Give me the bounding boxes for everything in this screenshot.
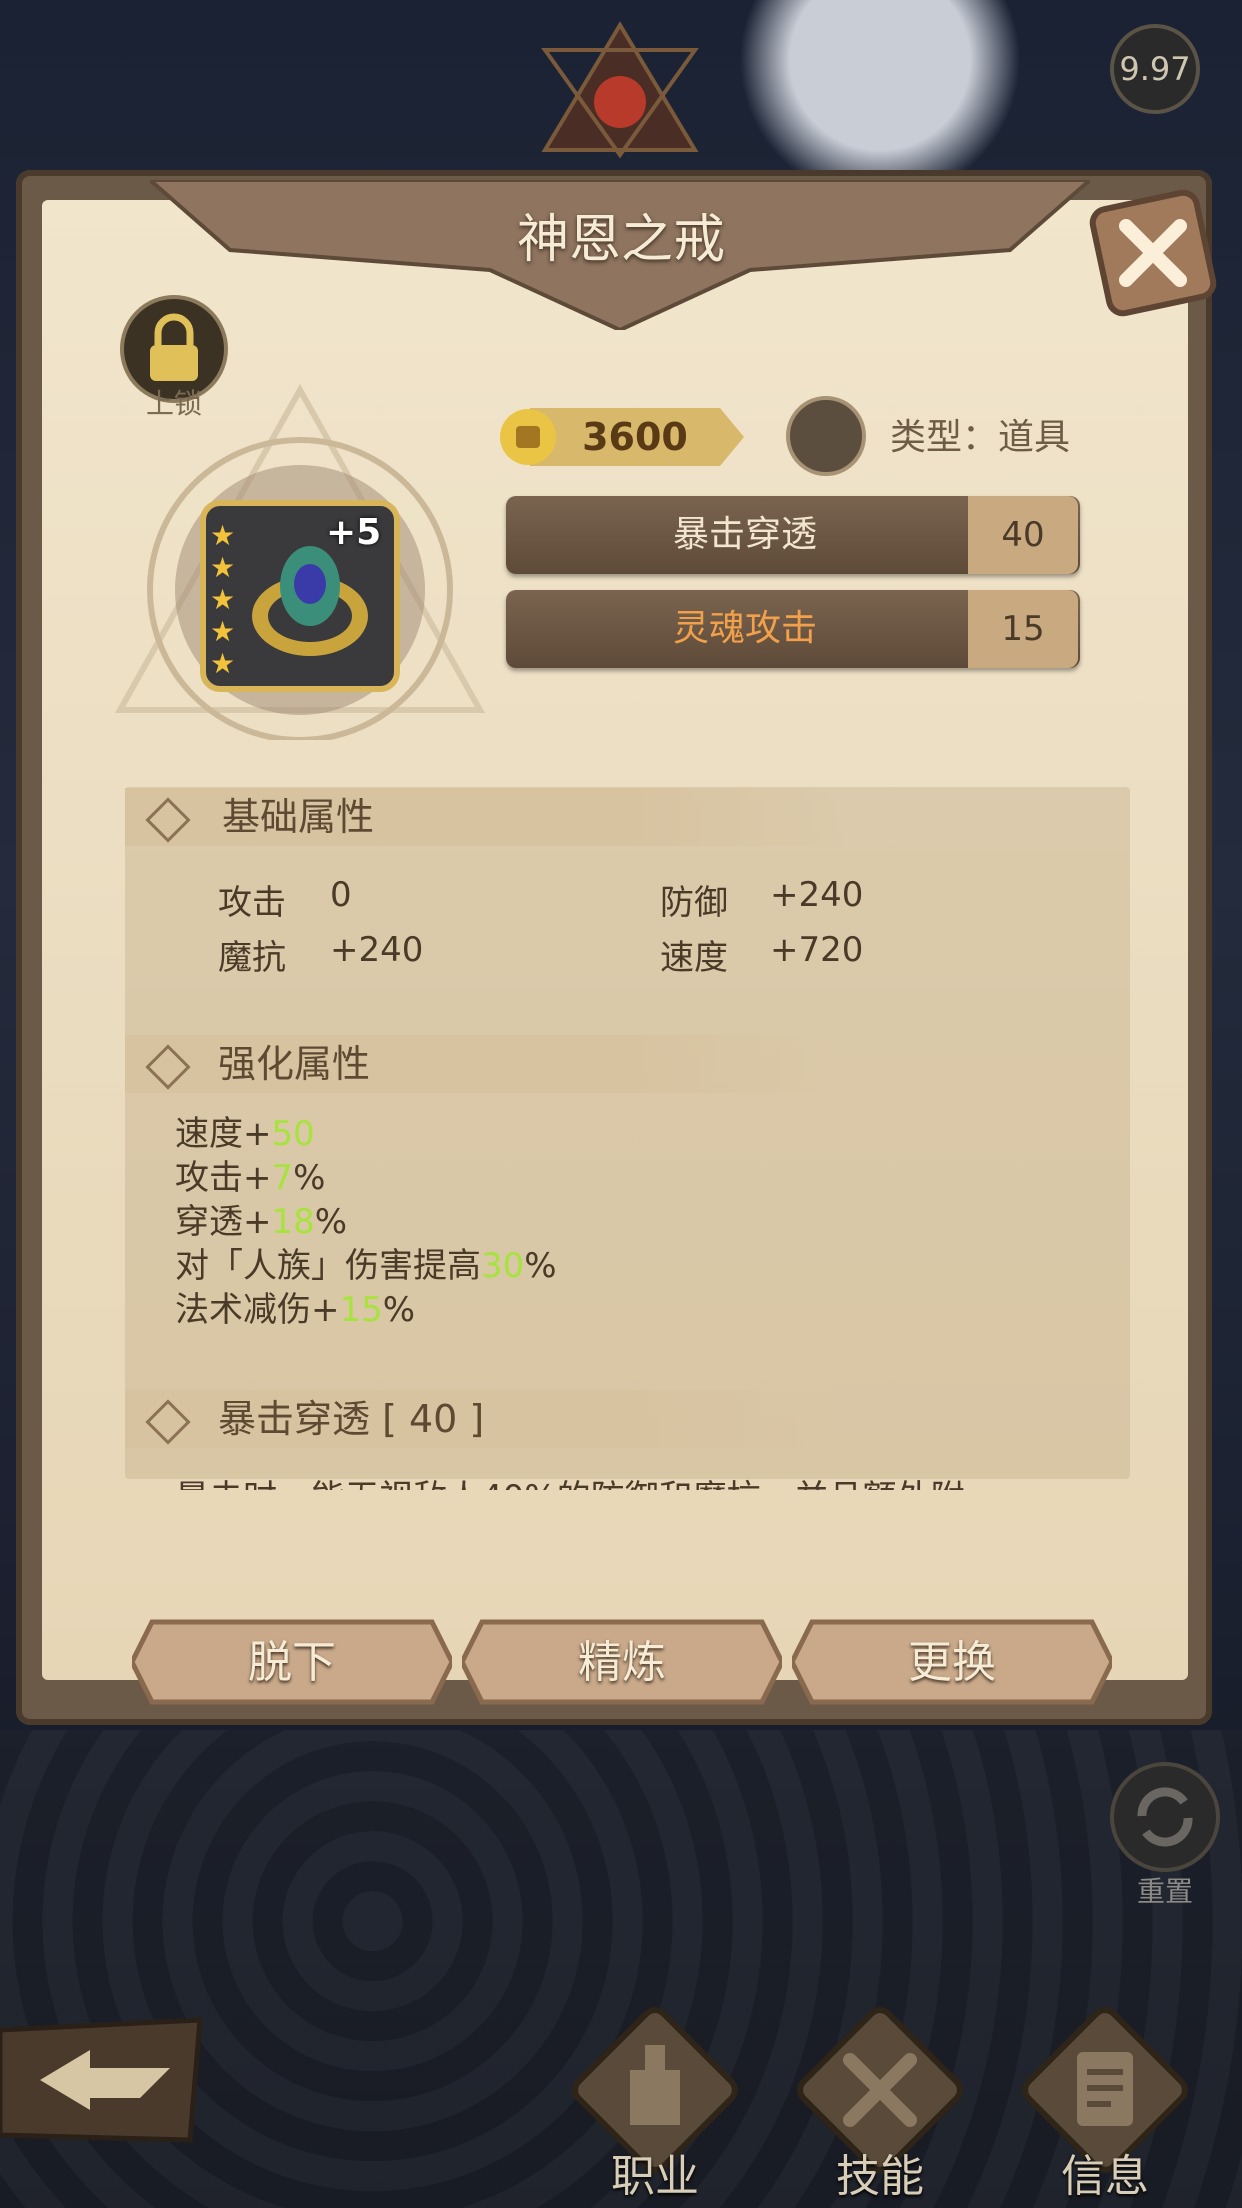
enhance-line: 穿透+18% <box>175 1202 348 1242</box>
enhance-line: 攻击+7% <box>175 1158 326 1198</box>
stat-label: 魔抗 <box>218 938 286 978</box>
item-type-icon <box>786 396 866 476</box>
enhance-line: 法术减伤+15% <box>175 1290 416 1330</box>
stat-label: 防御 <box>660 883 728 923</box>
attribute-value: 15 <box>968 590 1078 668</box>
close-button[interactable] <box>1078 178 1228 328</box>
enhance-line: 对「人族」伤害提高30% <box>175 1246 557 1286</box>
section-title-base: 基础属性 <box>222 795 375 839</box>
item-title: 神恩之戒 <box>516 210 725 270</box>
stat-value: +720 <box>770 930 864 970</box>
star-rating: ★ ★ ★ ★ ★ <box>210 519 236 680</box>
item-type-label: 类型：道具 <box>890 417 1071 458</box>
section-title-crit: 暴击穿透 [ 40 ] <box>218 1397 485 1441</box>
reset-button[interactable] <box>1110 1762 1220 1872</box>
enhance-line: 速度+50 <box>175 1114 315 1154</box>
crit-description: 暴击时，能无视敌人40%的防御和魔抗，并且额外附 <box>175 1470 965 1490</box>
attribute-name: 暴击穿透 <box>672 514 817 555</box>
info-nav-label: 信息 <box>1061 2151 1149 2202</box>
refresh-icon <box>1137 1787 1193 1847</box>
stat-value: +240 <box>330 930 424 970</box>
replace-label: 更换 <box>908 1637 996 1688</box>
unequip-label: 脱下 <box>248 1637 336 1688</box>
reset-label: 重置 <box>1136 1875 1193 1908</box>
section-title-enhance: 强化属性 <box>218 1042 371 1086</box>
back-button[interactable] <box>0 2010 210 2150</box>
power-value: 3600 <box>582 415 688 459</box>
stat-value: +240 <box>770 875 864 915</box>
refine-label: 精炼 <box>578 1637 666 1688</box>
stat-label: 速度 <box>660 938 728 978</box>
skill-nav-label: 技能 <box>836 2151 924 2202</box>
score-badge: 9.97 <box>1110 24 1200 114</box>
attribute-name: 灵魂攻击 <box>672 608 817 649</box>
stat-label: 攻击 <box>218 883 286 923</box>
guild-emblem-icon <box>541 21 699 159</box>
job-nav-label: 职业 <box>611 2151 699 2202</box>
enhance-level: +5 <box>326 512 382 553</box>
stat-value: 0 <box>330 875 352 915</box>
attribute-value: 40 <box>968 496 1078 574</box>
